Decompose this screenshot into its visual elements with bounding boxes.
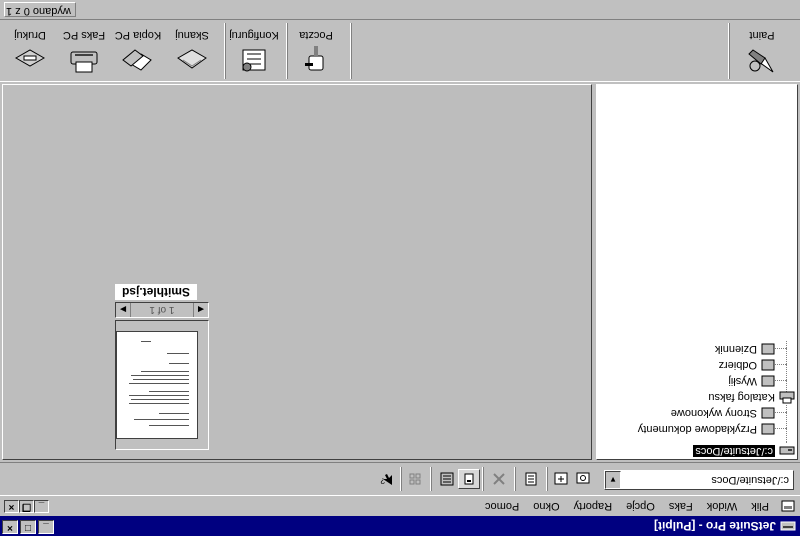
dropdown-arrow-icon[interactable]: ▼ xyxy=(605,471,621,489)
menu-reports[interactable]: Raporty xyxy=(567,500,620,512)
tree-label: c:/Jetsuite/Docs xyxy=(693,445,775,457)
fax-machine-icon xyxy=(64,43,104,77)
app-icon xyxy=(780,518,796,534)
page-preview xyxy=(116,331,198,439)
tree-item-cover-pages[interactable]: Strony wykonowe xyxy=(671,405,775,421)
svg-text:?: ? xyxy=(380,476,385,485)
menu-fax[interactable]: Faks xyxy=(662,500,700,512)
mdi-minimize-button[interactable]: _ xyxy=(34,500,49,513)
delete-icon[interactable] xyxy=(488,469,510,489)
fax-button[interactable]: Faks PC xyxy=(54,23,114,79)
printer-icon xyxy=(10,43,50,77)
properties-icon[interactable] xyxy=(520,469,542,489)
menu-file[interactable]: Plik xyxy=(744,500,776,512)
next-page-button[interactable]: ▶ xyxy=(116,303,131,317)
copy-icon xyxy=(118,43,158,77)
tree-label: Przykładowe dokumenty xyxy=(637,423,757,435)
window-title: JetSuite Pro - [Pulpit] xyxy=(653,519,776,533)
paint-icon xyxy=(742,43,782,77)
folder-tree: c:/Jetsuite/Docs Przykładowe dokumenty S… xyxy=(596,84,798,460)
folder-icon xyxy=(761,423,775,435)
copy-label: Kopia PC xyxy=(114,29,162,41)
thumbnail-view-icon[interactable] xyxy=(436,469,458,489)
scan-button[interactable]: Skanuj xyxy=(162,23,222,79)
folder-icon xyxy=(761,407,775,419)
mail-button[interactable]: Poczta xyxy=(286,23,346,79)
tree-label: Dziennik xyxy=(714,343,757,355)
title-bar: JetSuite Pro - [Pulpit] _ □ × xyxy=(0,516,800,536)
grid-view-icon[interactable] xyxy=(404,469,426,489)
main-toolbar: Paint Poczta Konfiguruj Skanuj Kopia PC … xyxy=(0,20,800,82)
close-button[interactable]: × xyxy=(2,520,18,534)
tree-label: Odbierz xyxy=(718,359,757,371)
mdi-restore-button[interactable]: ❐ xyxy=(19,500,34,513)
menu-options[interactable]: Opcje xyxy=(619,500,662,512)
configure-icon xyxy=(234,43,274,77)
paint-button[interactable]: Paint xyxy=(732,23,792,79)
configure-label: Konfiguruj xyxy=(229,29,279,41)
fax-label: Faks PC xyxy=(62,29,106,41)
drive-icon xyxy=(779,446,795,455)
tree-item-sample-docs[interactable]: Przykładowe dokumenty xyxy=(638,421,775,437)
tree-label: Strony wykonowe xyxy=(670,407,757,419)
thumbnail-frame xyxy=(115,320,209,450)
menu-help[interactable]: Pomoc xyxy=(478,500,526,512)
tree-label: Wysłij xyxy=(728,375,757,387)
copy-button[interactable]: Kopia PC xyxy=(108,23,168,79)
tree-item-root[interactable]: c:/Jetsuite/Docs xyxy=(693,443,795,459)
menu-window[interactable]: Okno xyxy=(526,500,566,512)
import-icon[interactable] xyxy=(550,469,572,489)
tree-item-send[interactable]: Wysłij xyxy=(728,373,775,389)
mdi-close-button[interactable]: × xyxy=(4,500,19,513)
document-icon[interactable] xyxy=(780,498,796,514)
thumbnail-pager: ◀ 1 of 1 ▶ xyxy=(115,302,209,318)
print-label: Drukuj xyxy=(14,29,46,41)
configure-button[interactable]: Konfiguruj xyxy=(224,23,284,79)
scanner-icon xyxy=(172,43,212,77)
screen: JetSuite Pro - [Pulpit] _ □ × Plik Widok… xyxy=(0,0,800,536)
tree-item-fax-catalog[interactable]: Katalog faksu xyxy=(708,389,795,405)
maximize-button[interactable]: □ xyxy=(20,520,36,534)
menu-view[interactable]: Widok xyxy=(700,500,745,512)
minimize-button[interactable]: _ xyxy=(38,520,54,534)
mailbox-icon xyxy=(296,43,336,77)
folder-icon xyxy=(761,359,775,371)
page-indicator: 1 of 1 xyxy=(149,304,175,316)
print-button[interactable]: Drukuj xyxy=(0,23,60,79)
tree-item-log[interactable]: Dziennik xyxy=(715,341,775,357)
document-area xyxy=(2,84,592,460)
new-folder-icon[interactable] xyxy=(572,469,594,489)
mail-label: Poczta xyxy=(299,29,333,41)
status-text: wydano 0 z 1 xyxy=(6,5,71,17)
menu-bar: Plik Widok Faks Opcje Raporty Okno Pomoc… xyxy=(0,496,800,516)
status-bar xyxy=(0,0,800,20)
view-toolbar: c:/Jetsuite/Docs ▼ ? xyxy=(0,462,800,496)
help-pointer-icon[interactable]: ? xyxy=(376,469,398,489)
document-thumbnail[interactable]: ◀ 1 of 1 ▶ Smithlet.jsd xyxy=(113,284,209,450)
tree-label: Katalog faksu xyxy=(708,391,775,403)
scan-label: Skanuj xyxy=(175,29,209,41)
list-view-icon[interactable] xyxy=(458,469,480,489)
path-combobox[interactable]: c:/Jetsuite/Docs ▼ xyxy=(604,470,794,490)
folder-icon xyxy=(761,375,775,387)
tree-item-receive[interactable]: Odbierz xyxy=(718,357,775,373)
paint-label: Paint xyxy=(749,29,775,41)
fax-icon xyxy=(779,391,795,404)
document-name: Smithlet.jsd xyxy=(115,284,197,300)
folder-icon xyxy=(761,343,775,355)
prev-page-button[interactable]: ◀ xyxy=(193,303,208,317)
path-value: c:/Jetsuite/Docs xyxy=(711,474,789,486)
